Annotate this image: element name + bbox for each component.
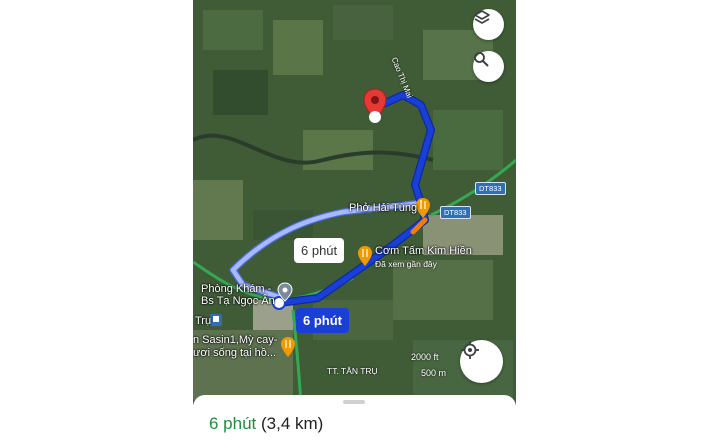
place-label-clinic-line2[interactable]: Bs Tạ Ngọc Ân (201, 295, 275, 307)
clinic-icon[interactable] (277, 282, 293, 302)
search-button[interactable] (473, 51, 504, 82)
selected-route-time[interactable]: 6 phút (296, 308, 349, 333)
route-summary-sheet[interactable]: 6 phút (3,4 km) (193, 395, 516, 440)
destination-dot-icon (369, 111, 381, 123)
bus-stop-icon[interactable] (210, 314, 222, 326)
route-duration: 6 phút (209, 414, 257, 433)
restaurant-icon[interactable] (415, 197, 431, 219)
scale-ft: 2000 ft (411, 352, 439, 362)
place-sublabel-recently-viewed: Đã xem gần đây (375, 259, 437, 269)
area-label-tt-tan-tru: TT. TÂN TRỤ (327, 366, 378, 376)
area-label-tru: Trụ (195, 315, 212, 327)
map-view[interactable]: Phở Hải Tùng Cơm Tấm Kim Hiền Đã xem gần… (193, 0, 516, 405)
route-distance: (3,4 km) (261, 414, 324, 433)
search-icon (474, 52, 489, 67)
my-location-icon (461, 341, 479, 359)
drag-handle[interactable] (343, 400, 365, 404)
restaurant-icon[interactable] (357, 245, 373, 267)
place-label-pho-hai-tung[interactable]: Phở Hải Tùng (349, 202, 417, 214)
place-label-sasin-line1[interactable]: n Sasin1,Mỳ cay- (193, 334, 277, 346)
place-label-clinic-line1[interactable]: Phòng Khám - (201, 283, 271, 295)
place-label-com-tam-kim-hien[interactable]: Cơm Tấm Kim Hiền (375, 245, 472, 257)
layers-icon (474, 10, 490, 24)
alternate-route-time[interactable]: 6 phút (294, 238, 345, 263)
place-label-sasin-line2[interactable]: ươi sống tại hồ... (193, 347, 276, 359)
restaurant-icon[interactable] (280, 336, 296, 358)
road-shield-dt833: DT833 (475, 182, 506, 195)
layers-button[interactable] (473, 9, 504, 40)
road-shield-dt833: DT833 (440, 206, 471, 219)
route-summary: 6 phút (3,4 km) (209, 414, 323, 434)
scale-m: 500 m (421, 368, 447, 378)
my-location-button[interactable] (460, 340, 503, 383)
